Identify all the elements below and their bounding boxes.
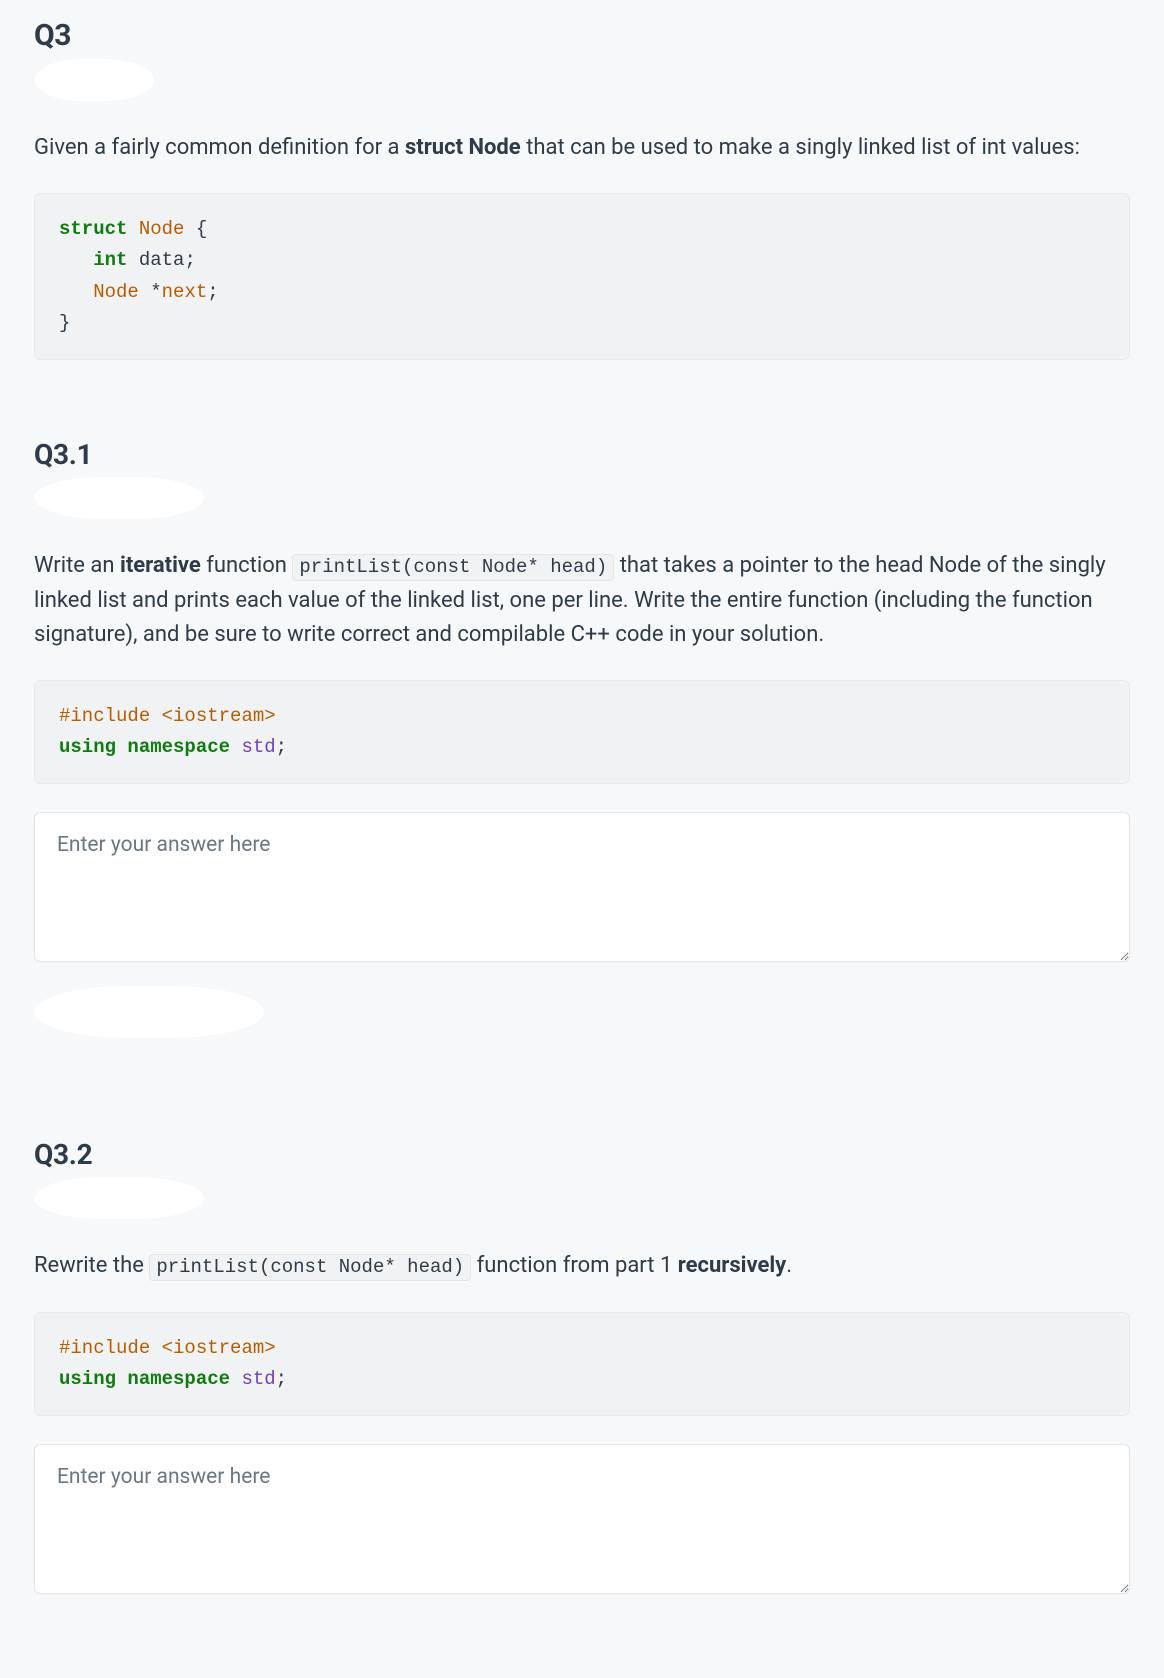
tok-struct: struct [59,218,127,240]
question-page: Q3 Given a fairly common definition for … [0,0,1164,1658]
redaction-blob [34,477,204,519]
sp [230,736,241,758]
tok-semi: ; [207,281,218,303]
tok-semi: ; [276,1368,287,1390]
tok-namespace: namespace [127,1368,230,1390]
spacer [34,1068,1130,1138]
spacer [34,388,1130,438]
q32-heading: Q3.2 [34,1138,1130,1171]
q31-prompt: Write an iterative function printList(co… [34,549,1130,651]
q3-heading: Q3 [34,18,1130,53]
tok-std: std [241,1368,275,1390]
tok-semi: ; [276,736,287,758]
indent [59,249,93,271]
q3-code-block: struct Node { int data; Node *next; } [34,193,1130,360]
q31-pre: Write an [34,553,120,578]
tok-std: std [241,736,275,758]
tok-semi: ; [184,249,195,271]
redaction-blob [34,59,154,101]
inline-code: printList(const Node* head) [149,1254,471,1281]
tok-brace-close: } [59,312,70,334]
tok-using: using [59,736,116,758]
q3-intro-pre: Given a fairly common definition for a [34,135,405,160]
q31-answer-input[interactable] [34,812,1130,962]
q3-intro-bold: struct Node [405,135,521,160]
q32-code-block: #include <iostream> using namespace std; [34,1312,1130,1417]
q32-end: . [786,1253,792,1278]
q31-code-block: #include <iostream> using namespace std; [34,680,1130,785]
indent [59,281,93,303]
sp [116,1368,127,1390]
q3-intro: Given a fairly common definition for a s… [34,131,1130,165]
q3-intro-post: that can be used to make a singly linked… [521,135,1080,160]
q31-heading: Q3.1 [34,438,1130,471]
tok-iostream: <iostream> [162,705,276,727]
inline-code: printList(const Node* head) [292,554,614,581]
tok-iostream: <iostream> [162,1337,276,1359]
tok-node: Node [139,218,185,240]
q32-answer-input[interactable] [34,1444,1130,1594]
tok-next: next [162,281,208,303]
tok-data: data [127,249,184,271]
tok-brace-open: { [184,218,207,240]
tok-include: #include [59,1337,162,1359]
tok-int: int [93,249,127,271]
q32-prompt: Rewrite the printList(const Node* head) … [34,1249,1130,1283]
redaction-blob [34,1177,204,1219]
tok-node: Node [93,281,139,303]
tok-include: #include [59,705,162,727]
q32-pre: Rewrite the [34,1253,149,1278]
q31-mid1: function [201,553,293,578]
sp [116,736,127,758]
q31-bold: iterative [120,553,201,578]
sp [230,1368,241,1390]
tok-ptr: * [139,281,162,303]
q32-mid: function from part 1 [471,1253,678,1278]
tok-namespace: namespace [127,736,230,758]
redaction-blob [34,986,264,1038]
tok-using: using [59,1368,116,1390]
q32-bold: recursively [678,1253,786,1278]
